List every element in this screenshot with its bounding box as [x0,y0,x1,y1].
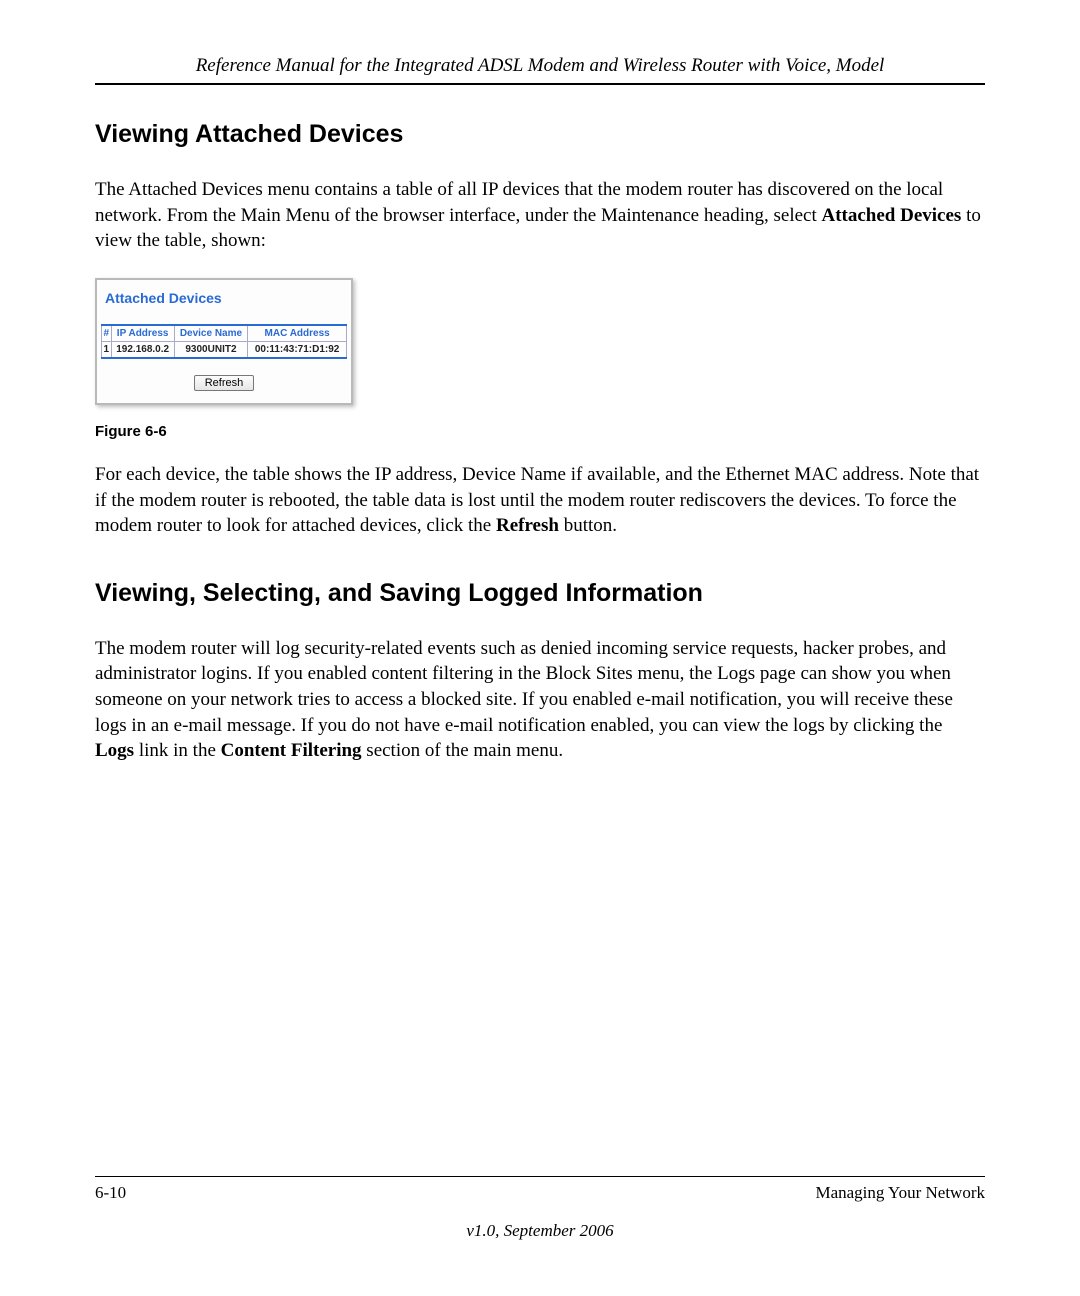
para2-text2: button. [559,515,617,536]
cell-mac: 00:11:43:71:D1:92 [248,341,347,358]
refresh-row: Refresh [101,373,347,391]
section2-heading: Viewing, Selecting, and Saving Logged In… [95,579,985,608]
footer-version: v1.0, September 2006 [95,1221,985,1241]
col-name: Device Name [174,325,248,342]
table-row: 1 192.168.0.2 9300UNIT2 00:11:43:71:D1:9… [102,341,347,358]
figure-caption: Figure 6-6 [95,423,985,440]
section1-para1: The Attached Devices menu contains a tab… [95,177,985,254]
refresh-button[interactable]: Refresh [194,375,255,391]
section1-para1-text1: The Attached Devices menu contains a tab… [95,179,943,226]
footer-page: 6-10 [95,1183,126,1203]
panel-title: Attached Devices [101,290,347,306]
para2: For each device, the table shows the IP … [95,462,985,539]
table-header-row: # IP Address Device Name MAC Address [102,325,347,342]
header-rule [95,83,985,85]
footer-row: 6-10 Managing Your Network [95,1183,985,1203]
section2-text2: section of the main menu. [362,740,564,761]
section2-mid: link in the [134,740,221,761]
footer-section: Managing Your Network [815,1183,985,1203]
devices-table: # IP Address Device Name MAC Address 1 1… [101,324,347,359]
section2-text1: The modem router will log security-relat… [95,638,953,736]
footer-rule [95,1176,985,1177]
para2-bold: Refresh [496,515,559,536]
cell-ip: 192.168.0.2 [111,341,174,358]
col-mac: MAC Address [248,325,347,342]
section2-bold1: Logs [95,740,134,761]
header-title: Reference Manual for the Integrated ADSL… [95,55,985,77]
section2-para: The modem router will log security-relat… [95,636,985,764]
section1-heading: Viewing Attached Devices [95,120,985,149]
section1-para1-bold: Attached Devices [822,205,962,226]
col-num: # [102,325,112,342]
cell-name: 9300UNIT2 [174,341,248,358]
cell-num: 1 [102,341,112,358]
col-ip: IP Address [111,325,174,342]
section2-bold2: Content Filtering [221,740,362,761]
footer: 6-10 Managing Your Network v1.0, Septemb… [95,1176,985,1241]
attached-devices-panel: Attached Devices # IP Address Device Nam… [95,278,353,405]
